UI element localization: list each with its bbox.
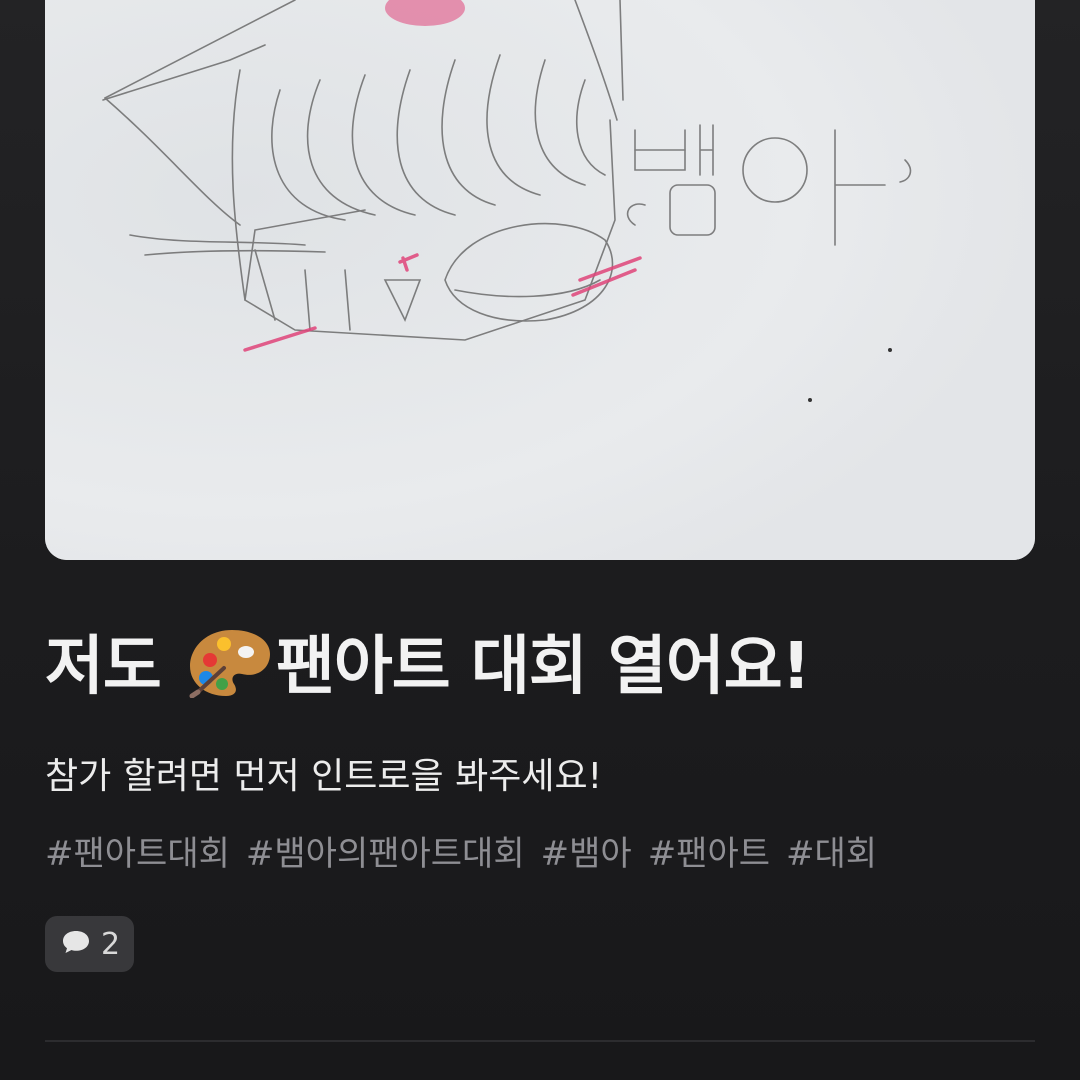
tag-item[interactable]: #뱀아의팬아트대회 xyxy=(246,834,525,875)
speech-bubble-icon xyxy=(61,929,91,959)
tag-item[interactable]: #대회 xyxy=(786,834,877,875)
post-detail: 저도 팬아트 대회 열어요! 참가 할려면 먼저 인트로을 봐주세요! #팬아트… xyxy=(0,0,1080,1080)
comment-button[interactable]: 2 xyxy=(45,916,135,972)
tag-item[interactable]: #뱀아 xyxy=(541,834,632,875)
artist-palette-icon xyxy=(188,628,272,716)
post-image[interactable] xyxy=(45,0,1035,560)
divider xyxy=(45,1040,1035,1042)
tag-item[interactable]: #팬아트대회 xyxy=(45,834,230,875)
post-title: 저도 팬아트 대회 열어요! xyxy=(45,628,1035,716)
title-suffix: 팬아트 대회 열어요! xyxy=(276,630,811,704)
title-prefix: 저도 xyxy=(45,630,162,704)
comment-count: 2 xyxy=(101,926,121,962)
tag-item[interactable]: #팬아트 xyxy=(648,834,770,875)
tag-list: #팬아트대회 #뱀아의팬아트대회 #뱀아 #팬아트 #대회 xyxy=(45,834,877,875)
post-subtitle: 참가 할려면 먼저 인트로을 봐주세요! xyxy=(45,756,603,797)
